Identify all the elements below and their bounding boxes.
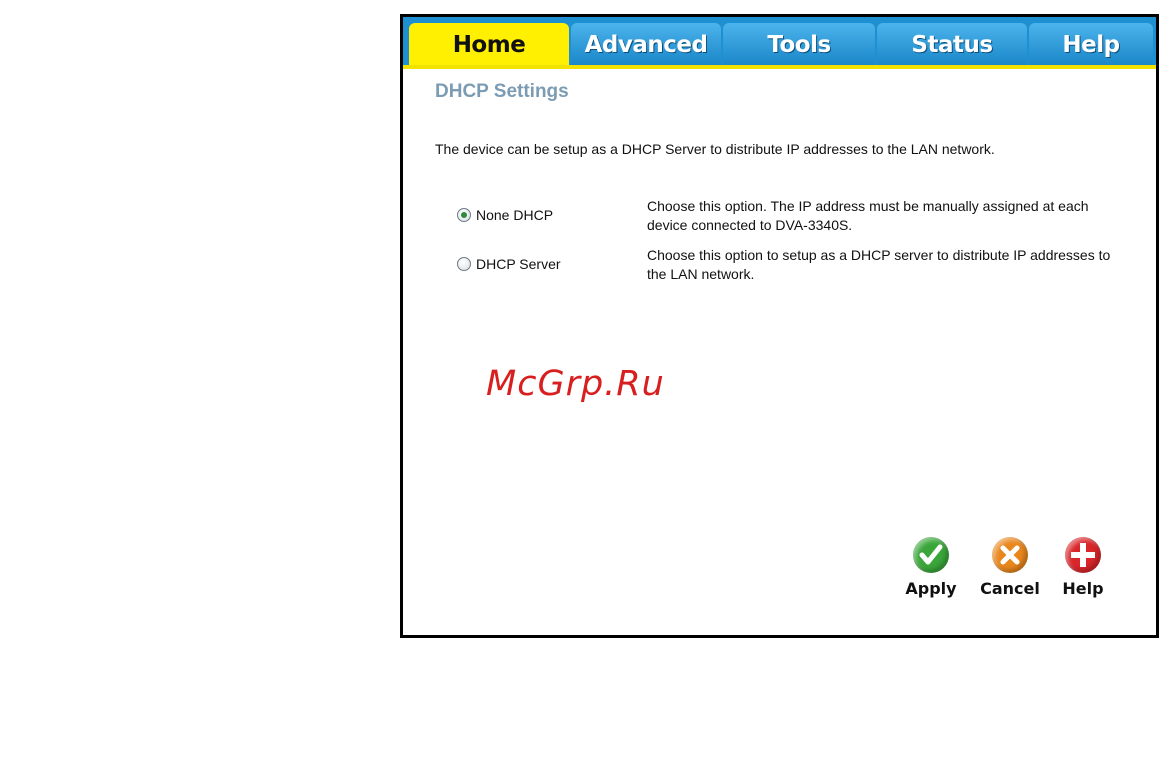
tab-tools[interactable]: Tools [723, 23, 875, 65]
tab-bar: Home Advanced Tools Status Help [403, 17, 1156, 69]
cancel-label: Cancel [980, 579, 1040, 598]
router-config-panel: Home Advanced Tools Status Help DHCP Set… [400, 14, 1159, 638]
dhcp-server-option[interactable]: DHCP Server [457, 256, 561, 272]
none-dhcp-label: None DHCP [476, 207, 554, 223]
none-dhcp-radio[interactable] [457, 208, 471, 222]
tab-status[interactable]: Status [877, 23, 1027, 65]
watermark-text: McGrp.Ru [486, 364, 665, 404]
none-dhcp-description: Choose this option. The IP address must … [647, 198, 1089, 233]
tab-help[interactable]: Help [1029, 23, 1153, 65]
help-label: Help [1062, 579, 1104, 598]
tab-home[interactable]: Home [409, 23, 569, 65]
x-icon [992, 537, 1028, 573]
intro-text: The device can be setup as a DHCP Server… [435, 141, 995, 157]
dhcp-server-description: Choose this option to setup as a DHCP se… [647, 247, 1111, 282]
none-dhcp-option[interactable]: None DHCP [457, 207, 553, 223]
dhcp-server-label: DHCP Server [476, 256, 561, 272]
apply-label: Apply [905, 579, 957, 598]
dhcp-server-radio[interactable] [457, 257, 471, 271]
plus-icon [1065, 537, 1101, 573]
apply-button[interactable]: Apply [896, 537, 966, 598]
check-icon [913, 537, 949, 573]
tab-advanced[interactable]: Advanced [571, 23, 721, 65]
cancel-button[interactable]: Cancel [975, 537, 1045, 598]
help-button[interactable]: Help [1048, 537, 1118, 598]
page-title: DHCP Settings [435, 81, 569, 102]
